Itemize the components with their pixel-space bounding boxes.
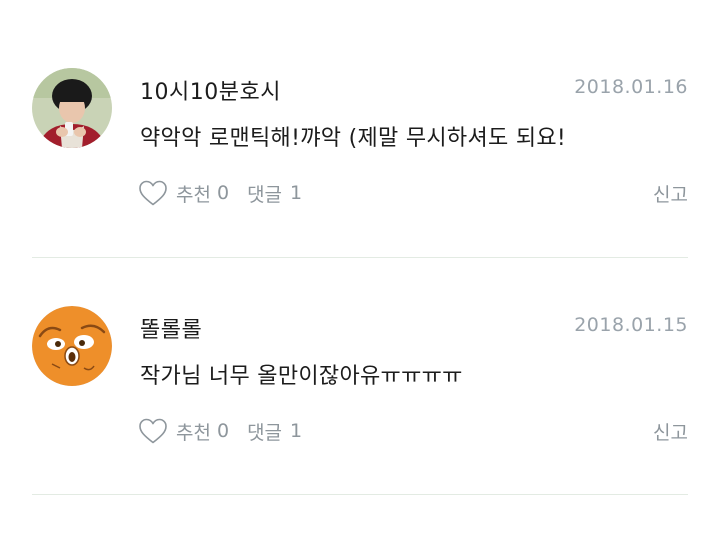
reply-label: 댓글 — [247, 421, 283, 444]
comment-item: 10시10분호시 2018.01.16 약악악 로맨틱해!꺄악 (제말 무시하셔… — [0, 60, 720, 240]
heart-icon — [138, 417, 168, 445]
cartoon-character-avatar-icon — [32, 306, 112, 386]
reply-button[interactable]: 댓글 1 — [247, 418, 302, 445]
like-label: 추천 — [176, 183, 211, 206]
comment-author[interactable]: 10시10분호시 — [140, 74, 281, 106]
comment-actions: 추천 0 댓글 1 — [138, 177, 302, 209]
person-photo-avatar-icon — [32, 68, 112, 148]
report-button[interactable]: 신고 — [653, 418, 688, 445]
like-button[interactable]: 추천 0 — [138, 417, 229, 445]
comment-actions: 추천 0 댓글 1 — [138, 415, 302, 447]
reply-count: 1 — [290, 182, 303, 204]
divider — [32, 494, 688, 495]
divider — [32, 257, 688, 258]
like-count: 0 — [216, 420, 230, 442]
report-button[interactable]: 신고 — [653, 180, 688, 207]
avatar[interactable] — [32, 306, 112, 386]
reply-label: 댓글 — [247, 183, 283, 206]
like-button[interactable]: 추천 0 — [138, 179, 229, 207]
comment-item: 똘롤롤 2018.01.15 작가님 너무 올만이잖아유ㅠㅠㅠㅠ 추천 0 댓글… — [0, 298, 720, 478]
avatar[interactable] — [32, 68, 112, 148]
comment-body: 작가님 너무 올만이잖아유ㅠㅠㅠㅠ — [140, 364, 463, 389]
comment-author[interactable]: 똘롤롤 — [140, 312, 202, 344]
reply-count: 1 — [290, 420, 303, 442]
like-label: 추천 — [176, 421, 211, 444]
like-count: 0 — [216, 182, 230, 204]
heart-icon — [138, 179, 168, 207]
reply-button[interactable]: 댓글 1 — [247, 180, 302, 207]
comment-date: 2018.01.16 — [574, 76, 688, 98]
comment-date: 2018.01.15 — [574, 314, 688, 336]
comment-body: 약악악 로맨틱해!꺄악 (제말 무시하셔도 되요! — [140, 126, 567, 151]
